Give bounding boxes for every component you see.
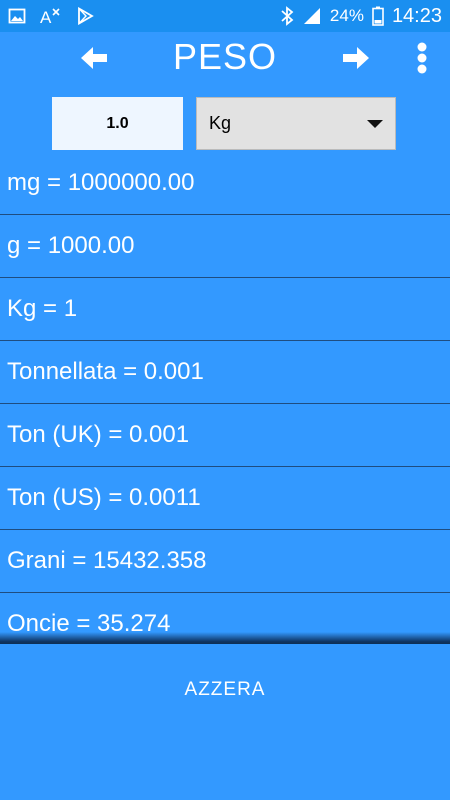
chevron-down-icon	[367, 119, 383, 128]
arrow-right-icon	[341, 45, 371, 76]
back-button[interactable]	[66, 32, 122, 88]
gallery-icon	[8, 7, 26, 25]
result-row-tonnellata: Tonnellata = 0.001	[0, 341, 450, 404]
result-row-grani: Grani = 15432.358	[0, 530, 450, 593]
result-row-ton-uk: Ton (UK) = 0.001	[0, 404, 450, 467]
more-vert-icon	[416, 42, 428, 79]
status-bar-left: A	[8, 7, 94, 25]
result-row-kg: Kg = 1	[0, 278, 450, 341]
app-bar: PESO	[0, 32, 450, 88]
svg-text:A: A	[40, 8, 52, 25]
play-store-icon	[76, 7, 94, 25]
results-list[interactable]: mg = 1000000.00 g = 1000.00 Kg = 1 Tonne…	[0, 152, 450, 640]
clock: 14:23	[391, 4, 442, 27]
arrow-left-icon	[79, 45, 109, 76]
unit-select[interactable]: Kg	[196, 97, 396, 150]
bluetooth-icon	[280, 6, 294, 26]
status-bar-right: 24% 14:23	[280, 5, 442, 28]
unit-select-value: Kg	[209, 113, 232, 133]
list-bottom-shadow	[0, 632, 450, 644]
battery-percentage: 24%	[329, 6, 364, 25]
translate-icon: A	[40, 7, 62, 25]
signal-icon	[302, 7, 322, 25]
reset-button[interactable]: AZZERA	[0, 645, 450, 735]
battery-icon	[372, 6, 384, 26]
value-input[interactable]	[52, 97, 183, 150]
result-row-ton-us: Ton (US) = 0.0011	[0, 467, 450, 530]
forward-button[interactable]	[328, 32, 384, 88]
result-row-mg: mg = 1000000.00	[0, 152, 450, 215]
result-row-g: g = 1000.00	[0, 215, 450, 278]
overflow-menu-button[interactable]	[400, 32, 444, 88]
page-title: PESO	[172, 36, 278, 77]
status-bar: A 24% 14:23	[0, 0, 450, 32]
